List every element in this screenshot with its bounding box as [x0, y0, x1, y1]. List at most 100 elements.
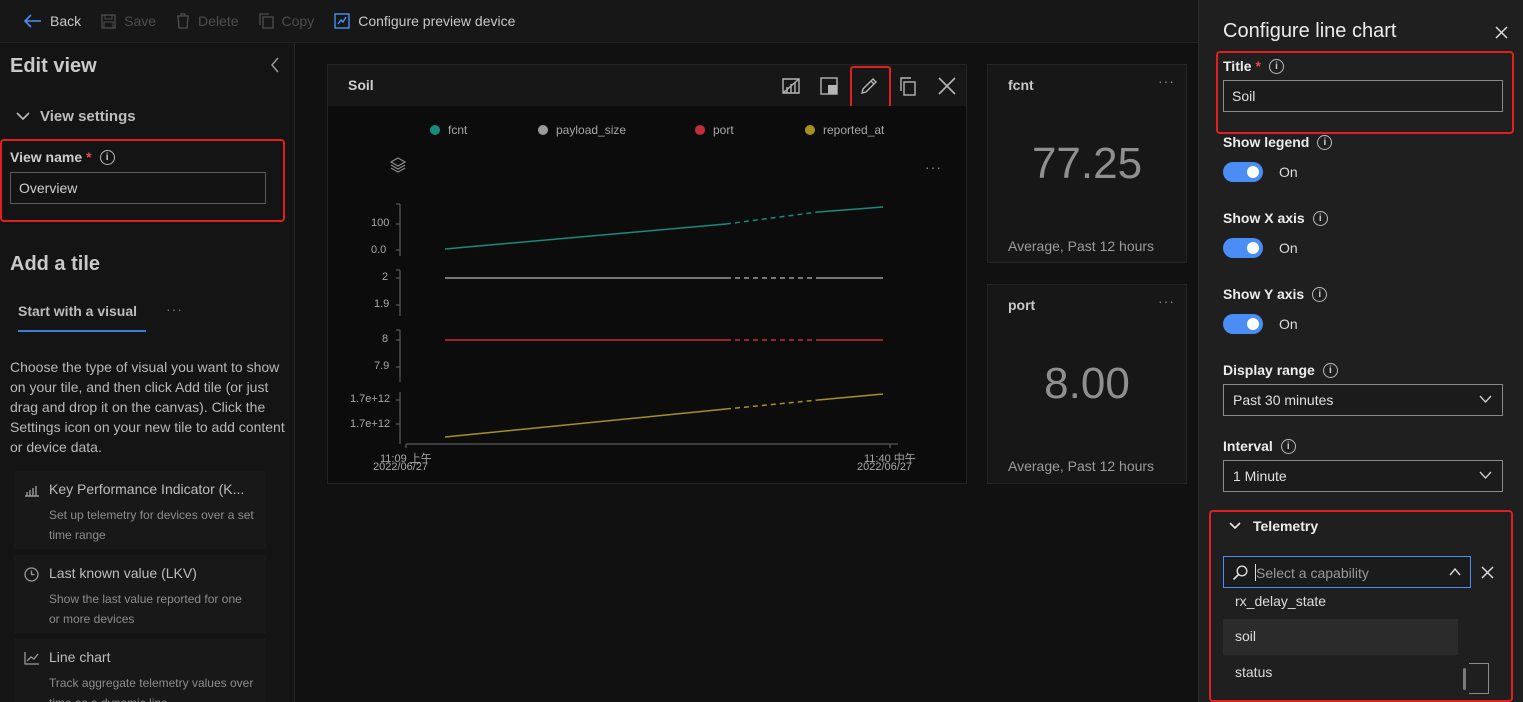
telemetry-toggle[interactable]: Telemetry	[1229, 518, 1318, 534]
chevron-down-icon	[1479, 471, 1492, 479]
tab-more-button[interactable]: ···	[166, 301, 183, 317]
tile-option-title: Last known value (LKV)	[49, 565, 197, 581]
line-chart-icon	[24, 652, 39, 665]
display-range-value: Past 30 minutes	[1233, 392, 1334, 408]
save-button[interactable]: Save	[101, 13, 156, 29]
clear-icon[interactable]	[1481, 566, 1494, 579]
toggle-state: On	[1279, 240, 1298, 256]
tab-start-with-visual[interactable]: Start with a visual	[18, 303, 137, 319]
display-range-text: Display range	[1223, 362, 1315, 378]
toggle-switch[interactable]	[1223, 162, 1263, 182]
tile-option-line-chart[interactable]: Line chart Track aggregate telemetry val…	[14, 639, 266, 702]
interval-select[interactable]: 1 Minute	[1223, 460, 1503, 492]
show-y-axis-label: Show Y axis i	[1223, 286, 1328, 302]
arrow-left-icon	[24, 14, 41, 28]
tile-option-kpi[interactable]: Key Performance Indicator (K... Set up t…	[14, 471, 266, 549]
info-icon[interactable]: i	[1312, 210, 1328, 226]
toggle-state: On	[1279, 316, 1298, 332]
configure-label: Configure preview device	[358, 13, 516, 29]
show-x-axis-label: Show X axis i	[1223, 210, 1328, 226]
show-legend-label: Show legend i	[1223, 134, 1333, 150]
show-y-axis-toggle[interactable]: On	[1223, 314, 1298, 334]
info-icon[interactable]: i	[1317, 134, 1333, 150]
copy-icon	[258, 13, 274, 29]
x-tick-date: 2022/06/27	[857, 461, 913, 473]
delete-button[interactable]: Delete	[176, 13, 239, 29]
info-icon[interactable]: i	[99, 149, 115, 165]
save-icon	[101, 13, 116, 29]
title-label-text: Title	[1223, 58, 1252, 74]
view-name-input[interactable]: Overview	[10, 172, 266, 204]
tile-option-title: Key Performance Indicator (K...	[49, 481, 245, 497]
dropdown-option[interactable]: status	[1223, 655, 1458, 691]
chart-plot-area: fcnt payload_size port reported_at ··· 1…	[328, 106, 966, 483]
search-icon	[1232, 565, 1248, 581]
toggle-switch[interactable]	[1223, 238, 1263, 258]
kpi-more-button[interactable]: ···	[1158, 73, 1175, 89]
tile-option-title: Line chart	[49, 649, 111, 665]
clock-icon	[24, 567, 39, 582]
dropdown-option[interactable]: rx_delay_state	[1223, 584, 1458, 620]
edit-tile-highlight	[850, 66, 891, 111]
kpi-tile-port[interactable]: port ··· 8.00 Average, Past 12 hours	[987, 284, 1187, 484]
back-button[interactable]: Back	[24, 13, 81, 29]
device-config-icon	[334, 13, 350, 29]
info-icon[interactable]: i	[1312, 286, 1328, 302]
tab-underline	[18, 330, 146, 332]
soil-chart-tile[interactable]: Soil fcnt payload_size port reported_at …	[327, 64, 967, 484]
chevron-up-icon[interactable]	[1449, 568, 1461, 576]
show-x-axis-text: Show X axis	[1223, 210, 1305, 226]
resize-tile-icon[interactable]	[818, 75, 840, 97]
info-icon[interactable]: i	[1322, 362, 1338, 378]
dropdown-scrollbar[interactable]	[1463, 668, 1466, 690]
configure-preview-device-button[interactable]: Configure preview device	[334, 13, 515, 29]
kpi-value: 8.00	[1044, 359, 1130, 408]
show-legend-text: Show legend	[1223, 134, 1310, 150]
show-x-axis-toggle[interactable]: On	[1223, 238, 1298, 258]
view-name-text: View name	[10, 149, 83, 165]
toggle-state: On	[1279, 164, 1298, 180]
toolbar: Back Save Delete Copy Configure preview …	[0, 0, 1198, 43]
series-line-fcnt	[444, 223, 727, 250]
show-legend-toggle[interactable]: On	[1223, 162, 1298, 182]
tile-option-desc: Set up telemetry for devices over a set …	[49, 508, 254, 542]
telemetry-label: Telemetry	[1253, 518, 1319, 534]
display-range-label: Display range i	[1223, 362, 1338, 378]
copy-tile-icon[interactable]	[897, 75, 919, 97]
title-input[interactable]: Soil	[1223, 80, 1503, 112]
info-icon[interactable]: i	[1280, 438, 1296, 454]
copy-button[interactable]: Copy	[258, 13, 315, 29]
kpi-more-button[interactable]: ···	[1158, 293, 1175, 309]
dropdown-option[interactable]: soil	[1223, 619, 1458, 655]
interval-text: Interval	[1223, 438, 1273, 454]
view-name-label: View name * i	[10, 149, 115, 165]
chevron-down-icon	[16, 112, 30, 121]
display-range-select[interactable]: Past 30 minutes	[1223, 384, 1503, 416]
show-y-axis-text: Show Y axis	[1223, 286, 1305, 302]
kpi-tile-fcnt[interactable]: fcnt ··· 77.25 Average, Past 12 hours	[987, 64, 1187, 263]
x-tick-date: 2022/06/27	[373, 461, 429, 473]
tile-option-lkv[interactable]: Last known value (LKV) Show the last val…	[14, 555, 266, 633]
kpi-subtitle: Average, Past 12 hours	[1008, 458, 1155, 474]
close-icon[interactable]	[1495, 26, 1508, 39]
info-icon[interactable]: i	[1268, 58, 1284, 74]
view-settings-toggle[interactable]: View settings	[16, 108, 136, 125]
copy-label: Copy	[281, 13, 315, 29]
kpi-value: 77.25	[1031, 139, 1143, 188]
edit-view-title: Edit view	[10, 55, 97, 77]
hidden-input-edge	[1469, 663, 1489, 694]
series-line-reported-at	[444, 408, 727, 438]
hide-chart-icon[interactable]	[780, 75, 802, 97]
delete-label: Delete	[198, 13, 239, 29]
chevron-left-icon[interactable]	[270, 57, 280, 73]
trash-icon	[177, 13, 190, 29]
close-tile-icon[interactable]	[936, 75, 958, 97]
chart-tile-title: Soil	[348, 77, 374, 93]
title-label: Title * i	[1223, 58, 1284, 74]
chart-lines	[396, 203, 898, 448]
edit-view-panel: Edit view View settings View name * i Ov…	[0, 43, 295, 702]
toggle-switch[interactable]	[1223, 314, 1263, 334]
kpi-title: port	[1008, 297, 1036, 313]
required-asterisk: *	[1255, 58, 1261, 74]
tile-option-desc: Show the last value reported for one or …	[49, 592, 242, 626]
